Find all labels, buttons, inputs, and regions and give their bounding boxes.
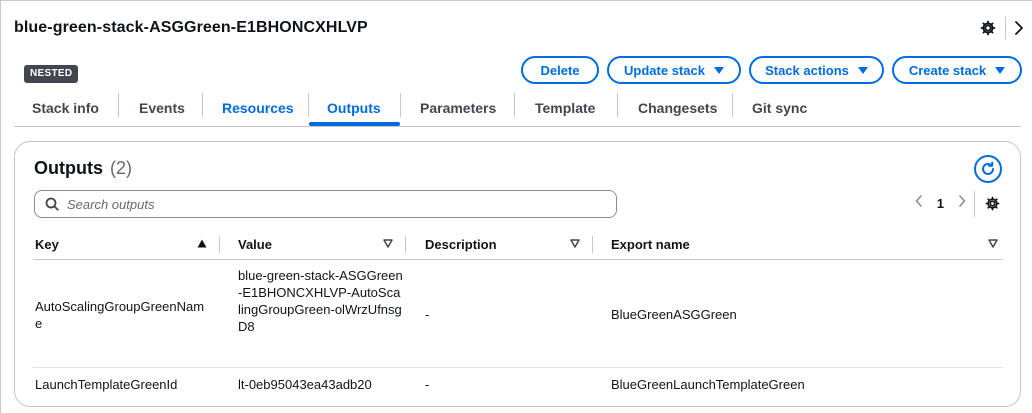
outputs-heading: Outputs (2)	[34, 158, 132, 179]
chevron-left-icon[interactable]	[915, 194, 923, 212]
cell-export-name: BlueGreenASGGreen	[611, 307, 737, 322]
refresh-button[interactable]	[974, 155, 1002, 183]
chevron-right-icon[interactable]	[1012, 17, 1026, 39]
tab-parameters[interactable]: Parameters	[420, 89, 496, 126]
tab-divider	[118, 93, 119, 117]
sort-icon[interactable]	[988, 239, 998, 248]
outputs-panel: Outputs (2) 1 Key Value Description Expo…	[14, 141, 1021, 407]
sort-ascending-icon[interactable]	[197, 239, 207, 248]
gear-icon[interactable]	[983, 194, 1001, 212]
stack-actions-button[interactable]: Stack actions	[749, 56, 884, 84]
tab-git-sync[interactable]: Git sync	[752, 89, 807, 126]
create-stack-button[interactable]: Create stack	[892, 56, 1022, 84]
tab-divider	[514, 93, 515, 117]
caret-down-icon	[995, 66, 1006, 74]
cell-export-name: BlueGreenLaunchTemplateGreen	[611, 377, 805, 392]
column-header-key[interactable]: Key	[35, 228, 59, 260]
search-input[interactable]	[67, 196, 587, 212]
delete-button[interactable]: Delete	[521, 56, 599, 84]
cell-value: blue-green-stack-ASGGreen-E1BHONCXHLVP-A…	[238, 268, 403, 334]
cell-description: -	[425, 377, 430, 392]
chevron-right-icon[interactable]	[958, 194, 966, 212]
header-icons	[977, 17, 1026, 39]
column-divider[interactable]	[592, 236, 593, 253]
sort-icon[interactable]	[570, 239, 580, 248]
cell-key: LaunchTemplateGreenId	[35, 377, 178, 392]
tab-divider	[400, 93, 401, 117]
tab-divider	[732, 93, 733, 117]
tab-divider	[308, 93, 309, 117]
pagination: 1	[915, 194, 966, 212]
tab-template[interactable]: Template	[535, 89, 595, 126]
caret-down-icon	[857, 66, 868, 74]
tab-resources[interactable]: Resources	[222, 89, 294, 126]
tab-changesets[interactable]: Changesets	[638, 89, 717, 126]
page-title: blue-green-stack-ASGGreen-E1BHONCXHLVP	[14, 19, 368, 36]
stack-actions-bar: Delete Update stack Stack actions Create…	[521, 56, 1022, 84]
tab-events[interactable]: Events	[139, 89, 185, 126]
divider	[1005, 17, 1006, 39]
delete-button-label: Delete	[540, 62, 580, 78]
page-number[interactable]: 1	[937, 196, 944, 211]
cell-description: -	[425, 307, 430, 322]
sort-icon[interactable]	[383, 239, 393, 248]
stack-actions-label: Stack actions	[765, 62, 849, 78]
gear-icon[interactable]	[977, 17, 999, 39]
table-row: LaunchTemplateGreenId lt-0eb95043ea43adb…	[33, 368, 1003, 401]
tab-stack-info[interactable]: Stack info	[32, 89, 99, 126]
tab-divider	[617, 93, 618, 117]
outputs-title: Outputs	[34, 158, 103, 178]
cell-key: AutoScalingGroupGreenName	[35, 299, 205, 331]
outputs-count: (2)	[110, 158, 133, 178]
refresh-icon	[982, 161, 994, 175]
column-divider[interactable]	[219, 236, 220, 253]
create-stack-label: Create stack	[908, 62, 987, 78]
column-header-description[interactable]: Description	[425, 228, 497, 260]
cell-value: lt-0eb95043ea43adb20	[238, 377, 372, 392]
divider	[974, 191, 975, 217]
search-icon	[45, 197, 59, 211]
caret-down-icon	[713, 66, 724, 74]
stack-tabs: Stack info Events Resources Outputs Para…	[14, 89, 1021, 127]
tab-divider	[202, 93, 203, 117]
nested-badge: NESTED	[24, 65, 79, 83]
column-header-export-name[interactable]: Export name	[611, 228, 690, 260]
table-row: AutoScalingGroupGreenName blue-green-sta…	[33, 261, 1003, 368]
search-field[interactable]	[34, 190, 617, 218]
update-stack-label: Update stack	[624, 62, 705, 78]
tab-outputs[interactable]: Outputs	[327, 89, 381, 126]
column-header-value[interactable]: Value	[238, 228, 272, 260]
table-header: Key Value Description Export name	[33, 228, 1003, 260]
active-tab-indicator	[309, 122, 400, 126]
column-divider[interactable]	[405, 236, 406, 253]
update-stack-button[interactable]: Update stack	[607, 56, 741, 84]
